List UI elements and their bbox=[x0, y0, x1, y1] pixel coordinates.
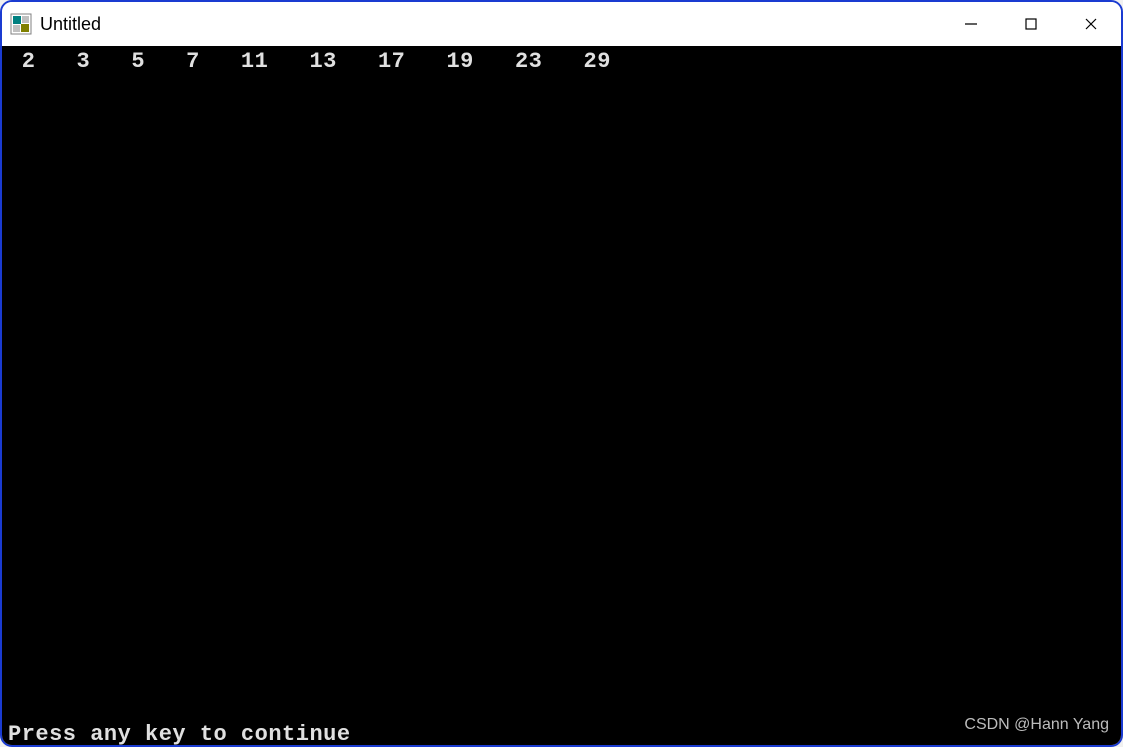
watermark: CSDN @Hann Yang bbox=[964, 713, 1109, 737]
console-output: 2 3 5 7 11 13 17 19 23 29 bbox=[8, 50, 1115, 74]
window-icon bbox=[10, 13, 32, 35]
window-title: Untitled bbox=[40, 14, 941, 35]
window-controls bbox=[941, 2, 1121, 46]
console-spacer bbox=[8, 74, 1115, 723]
minimize-button[interactable] bbox=[941, 2, 1001, 46]
close-button[interactable] bbox=[1061, 2, 1121, 46]
application-window: Untitled 2 3 5 7 11 13 17 19 23 29 Press… bbox=[0, 0, 1123, 747]
titlebar[interactable]: Untitled bbox=[2, 2, 1121, 46]
maximize-button[interactable] bbox=[1001, 2, 1061, 46]
console-prompt: Press any key to continue bbox=[8, 723, 1115, 747]
console-area[interactable]: 2 3 5 7 11 13 17 19 23 29 Press any key … bbox=[2, 46, 1121, 745]
